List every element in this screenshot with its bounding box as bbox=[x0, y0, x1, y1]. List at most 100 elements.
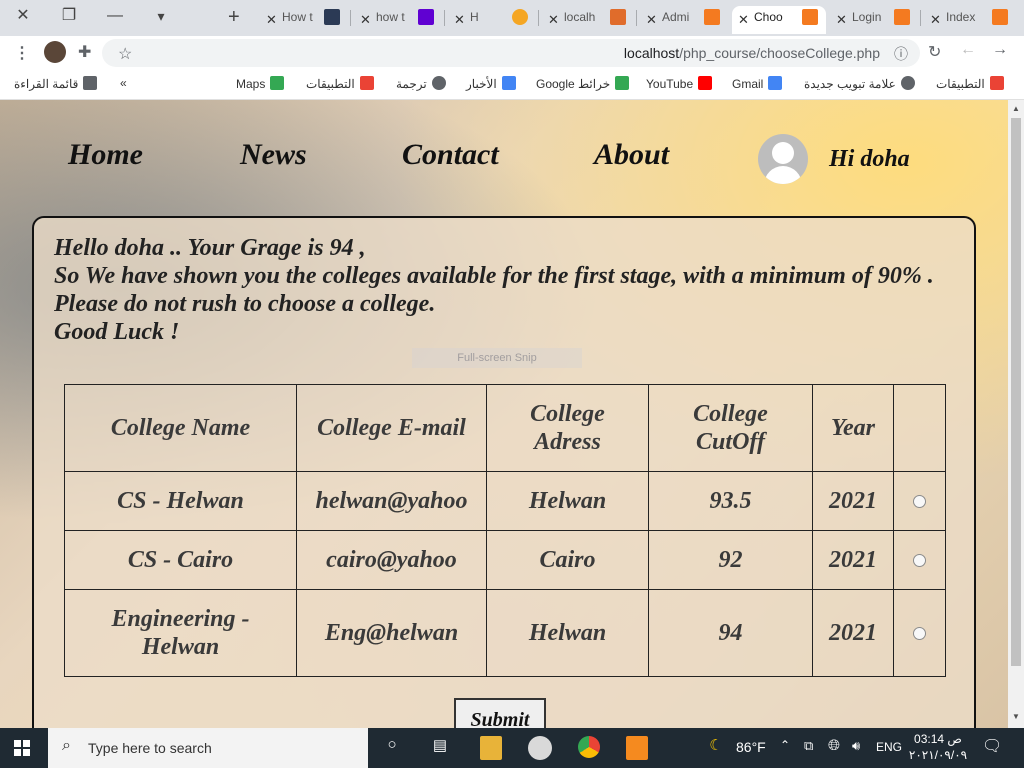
browser-tab[interactable]: ✕ Index bbox=[924, 6, 1016, 34]
tab-favicon-icon bbox=[704, 9, 720, 25]
college-radio[interactable] bbox=[913, 495, 926, 508]
intro-line: So We have shown you the colleges availa… bbox=[54, 263, 934, 289]
close-tab-icon[interactable]: ✕ bbox=[360, 9, 371, 31]
bookmark-item[interactable]: ترجمة bbox=[396, 76, 446, 91]
scroll-down-icon[interactable]: ▼ bbox=[1012, 712, 1020, 721]
chrome-icon[interactable] bbox=[578, 736, 600, 758]
college-address-cell: Helwan bbox=[486, 589, 649, 677]
show-hidden-icons-icon[interactable]: ⌃ bbox=[780, 738, 790, 762]
column-header: Year bbox=[812, 384, 894, 472]
bookmark-item[interactable]: التطبيقات bbox=[306, 76, 374, 91]
clock-date: ٢٠٢١/٠٩/٠٩ bbox=[908, 748, 968, 762]
weather-temperature[interactable]: 86°F bbox=[736, 739, 766, 763]
college-year-cell: 2021 bbox=[812, 589, 894, 677]
table-row: Engineering - Helwan Eng@helwan Helwan 9… bbox=[64, 589, 946, 677]
tab-favicon-icon bbox=[992, 9, 1008, 25]
reload-icon[interactable]: ↻ bbox=[928, 42, 941, 62]
tab-search-icon[interactable]: ▾ bbox=[138, 0, 184, 34]
minimize-window-icon[interactable]: — bbox=[92, 0, 138, 34]
bookmark-item[interactable]: Gmail bbox=[732, 76, 783, 91]
extensions-icon[interactable]: ✚ bbox=[78, 42, 91, 62]
submit-button[interactable]: Submit bbox=[454, 698, 546, 728]
select-cell bbox=[893, 589, 946, 677]
college-radio[interactable] bbox=[913, 554, 926, 567]
browser-tab[interactable]: ✕ Admi bbox=[640, 6, 728, 34]
browser-toolbar: ⋮ ✚ ☆ localhost/php_course/chooseCollege… bbox=[0, 36, 1024, 70]
bookmark-item[interactable]: خرائط Google bbox=[536, 76, 630, 91]
table-row: CS - Helwan helwan@yahoo Helwan 93.5 202… bbox=[64, 471, 946, 531]
taskbar-search-box[interactable]: ⌕ Type here to search bbox=[48, 728, 368, 768]
college-email-cell: Eng@helwan bbox=[296, 589, 487, 677]
task-view-icon[interactable]: ▤ bbox=[430, 736, 450, 760]
paint-icon[interactable] bbox=[528, 736, 552, 760]
volume-icon[interactable]: 🔊︎ bbox=[852, 738, 860, 762]
reading-list-button[interactable]: قائمة القراءة bbox=[14, 76, 98, 91]
user-avatar-icon[interactable] bbox=[758, 134, 808, 184]
page-scrollbar[interactable]: ▲ ▼ bbox=[1008, 100, 1024, 728]
close-tab-icon[interactable]: ✕ bbox=[646, 9, 657, 31]
browser-tab-active[interactable]: ✕ Choo bbox=[732, 6, 826, 34]
browser-tab[interactable]: ✕ how t bbox=[354, 6, 442, 34]
notifications-icon[interactable]: 🗨︎ bbox=[982, 736, 1002, 760]
address-bar[interactable]: ☆ localhost/php_course/chooseCollege.php… bbox=[102, 39, 920, 67]
intro-line: Please do not rush to choose a college. bbox=[54, 291, 436, 317]
scroll-up-icon[interactable]: ▲ bbox=[1012, 104, 1020, 113]
browser-tab[interactable]: ✕ Login bbox=[830, 6, 918, 34]
input-language[interactable]: ENG bbox=[876, 740, 902, 764]
tab-favicon-icon bbox=[512, 9, 528, 25]
restore-window-icon[interactable]: ❐ bbox=[46, 0, 92, 34]
bookmark-item[interactable]: علامة تبويب جديدة bbox=[804, 76, 915, 91]
back-icon[interactable]: → bbox=[992, 41, 1008, 59]
browser-menu-icon[interactable]: ⋮ bbox=[14, 43, 30, 63]
tab-favicon-icon bbox=[802, 9, 818, 25]
column-header: College Adress bbox=[486, 384, 649, 472]
bookmark-item[interactable]: التطبيقات bbox=[936, 76, 1004, 91]
tab-favicon-icon bbox=[610, 9, 626, 25]
browser-tab[interactable]: ✕ How t bbox=[260, 6, 348, 34]
tab-title: localh bbox=[564, 10, 596, 24]
file-explorer-icon[interactable] bbox=[480, 736, 502, 760]
scrollbar-thumb[interactable] bbox=[1011, 118, 1021, 666]
translate-icon bbox=[431, 76, 446, 90]
college-radio[interactable] bbox=[913, 627, 926, 640]
close-tab-icon[interactable]: ✕ bbox=[836, 9, 847, 31]
column-header: College E-mail bbox=[296, 384, 487, 472]
forward-disabled-icon: ← bbox=[960, 41, 976, 58]
nav-about-link[interactable]: About bbox=[594, 138, 669, 172]
nav-news-link[interactable]: News bbox=[240, 138, 307, 172]
column-header bbox=[893, 384, 946, 472]
bookmarks-overflow-button[interactable]: » bbox=[120, 76, 127, 90]
system-clock[interactable]: 03:14 ص ٢٠٢١/٠٩/٠٩ bbox=[906, 731, 970, 763]
tab-favicon-icon bbox=[894, 9, 910, 25]
browser-tab[interactable]: ✕ localh bbox=[542, 6, 634, 34]
site-info-icon[interactable]: ⓘ bbox=[894, 44, 908, 64]
bookmark-item[interactable]: YouTube bbox=[646, 76, 713, 91]
sublime-text-icon[interactable] bbox=[626, 736, 648, 760]
college-name-cell: CS - Helwan bbox=[64, 471, 297, 531]
close-tab-icon[interactable]: ✕ bbox=[930, 9, 941, 31]
college-cutoff-cell: 94 bbox=[648, 589, 813, 677]
close-tab-icon[interactable]: ✕ bbox=[266, 9, 277, 31]
profile-avatar[interactable] bbox=[44, 41, 66, 63]
close-window-icon[interactable]: ✕ bbox=[0, 0, 46, 34]
clock-time: 03:14 ص bbox=[914, 732, 962, 746]
bookmark-star-icon[interactable]: ☆ bbox=[118, 44, 132, 64]
bookmarks-bar: قائمة القراءة » Maps التطبيقات ترجمة الأ… bbox=[0, 70, 1024, 100]
tab-favicon-icon bbox=[324, 9, 340, 25]
bookmark-item[interactable]: الأخبار bbox=[466, 76, 516, 91]
windows-start-icon[interactable] bbox=[14, 740, 30, 756]
cortana-icon[interactable]: ○ bbox=[384, 736, 400, 760]
column-header: College Name bbox=[64, 384, 297, 472]
network-globe-icon[interactable]: 🌐︎ bbox=[828, 737, 840, 761]
nav-contact-link[interactable]: Contact bbox=[402, 138, 499, 172]
nav-home-link[interactable]: Home bbox=[68, 138, 143, 172]
close-tab-icon[interactable]: ✕ bbox=[548, 9, 559, 31]
close-tab-icon[interactable]: ✕ bbox=[454, 9, 465, 31]
college-cutoff-cell: 93.5 bbox=[648, 471, 813, 531]
new-tab-button[interactable]: + bbox=[228, 6, 248, 29]
meet-now-icon[interactable]: ⧉ bbox=[804, 738, 813, 762]
url-text[interactable]: localhost/php_course/chooseCollege.php bbox=[624, 45, 880, 61]
bookmark-item[interactable]: Maps bbox=[236, 76, 285, 91]
close-tab-icon[interactable]: ✕ bbox=[738, 9, 749, 31]
browser-tab[interactable]: ✕ H bbox=[448, 6, 536, 34]
